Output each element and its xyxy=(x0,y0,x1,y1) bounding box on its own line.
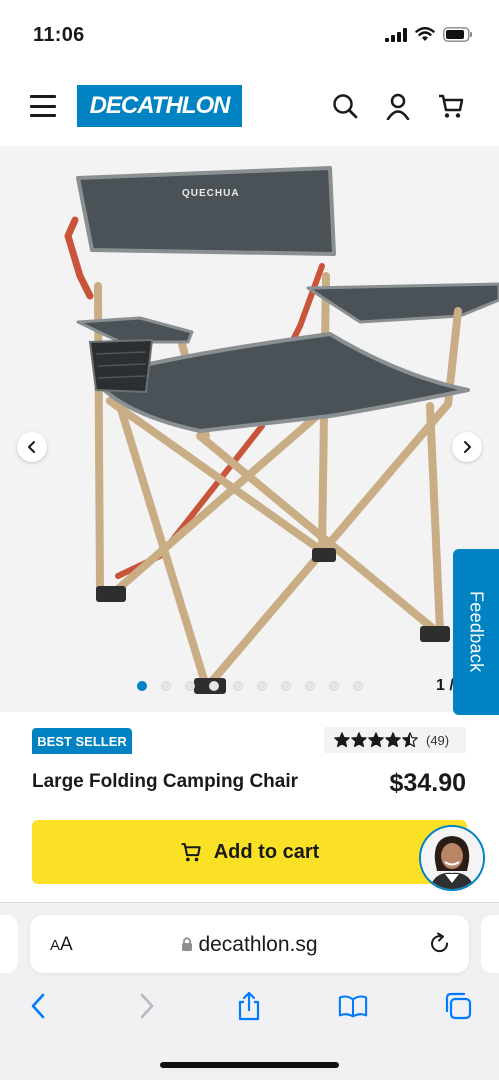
address-url: decathlon.sg xyxy=(30,933,469,957)
next-tab-preview[interactable] xyxy=(481,915,499,973)
back-arrow-icon[interactable] xyxy=(24,991,54,1021)
gallery-dot[interactable] xyxy=(233,681,243,691)
add-to-cart-button[interactable]: Add to cart xyxy=(32,820,467,884)
home-indicator xyxy=(160,1062,339,1068)
browser-toolbar: AA decathlon.sg xyxy=(0,902,499,1080)
forward-arrow-icon[interactable] xyxy=(131,991,161,1021)
lock-icon xyxy=(182,937,193,951)
hamburger-icon[interactable] xyxy=(30,95,56,117)
share-icon[interactable] xyxy=(234,991,264,1021)
person-icon xyxy=(421,827,483,889)
decathlon-logo[interactable]: DECATHLON xyxy=(77,85,242,127)
battery-icon xyxy=(443,27,472,42)
url-text: decathlon.sg xyxy=(198,933,318,956)
signal-icon xyxy=(385,27,407,42)
gallery-counter: 1 / xyxy=(436,677,454,694)
chair-brand-print: QUECHUA xyxy=(182,188,240,199)
gallery-dot[interactable] xyxy=(353,681,363,691)
wifi-icon xyxy=(415,27,435,41)
product-image-chair: QUECHUA xyxy=(64,166,499,694)
chevron-left-icon xyxy=(28,441,35,453)
product-rating[interactable]: (49) xyxy=(324,727,466,753)
status-bar: 11:06 xyxy=(0,0,499,70)
gallery-dot[interactable] xyxy=(185,681,195,691)
chat-assistant-avatar[interactable] xyxy=(419,825,485,891)
chevron-right-icon xyxy=(464,441,471,453)
gallery-dot[interactable] xyxy=(137,681,147,691)
user-icon[interactable] xyxy=(384,92,412,120)
star-full-icon xyxy=(385,732,401,748)
star-full-icon xyxy=(351,732,367,748)
gallery-dot[interactable] xyxy=(281,681,291,691)
feedback-label: Feedback xyxy=(466,591,487,673)
gallery-dots xyxy=(137,681,363,691)
previous-tab-preview[interactable] xyxy=(0,915,18,973)
product-title: Large Folding Camping Chair xyxy=(32,771,299,792)
address-bar[interactable]: AA decathlon.sg xyxy=(30,915,469,973)
feedback-tab[interactable]: Feedback xyxy=(453,549,499,715)
best-seller-badge: BEST SELLER xyxy=(32,728,132,754)
rating-count: (49) xyxy=(426,732,450,748)
star-full-icon xyxy=(368,732,384,748)
cart-icon xyxy=(181,843,201,862)
gallery-next-button[interactable] xyxy=(452,432,482,462)
product-gallery[interactable]: QUECHUA 1 / xyxy=(0,146,499,712)
gallery-dot[interactable] xyxy=(209,681,219,691)
star-full-icon xyxy=(334,732,350,748)
search-icon[interactable] xyxy=(331,92,359,120)
status-icons xyxy=(385,27,473,42)
cart-icon[interactable] xyxy=(437,92,465,120)
rating-stars xyxy=(334,732,418,748)
add-to-cart-label: Add to cart xyxy=(213,840,320,863)
gallery-dot[interactable] xyxy=(257,681,267,691)
star-half-icon xyxy=(402,732,418,748)
tabs-icon[interactable] xyxy=(443,991,473,1021)
product-price: $34.90 xyxy=(389,769,466,797)
gallery-dot[interactable] xyxy=(161,681,171,691)
reload-icon[interactable] xyxy=(427,931,453,957)
status-time: 11:06 xyxy=(33,24,85,46)
book-icon[interactable] xyxy=(338,991,368,1021)
gallery-prev-button[interactable] xyxy=(17,432,47,462)
site-header: DECATHLON xyxy=(0,70,499,146)
gallery-dot[interactable] xyxy=(305,681,315,691)
gallery-dot[interactable] xyxy=(329,681,339,691)
